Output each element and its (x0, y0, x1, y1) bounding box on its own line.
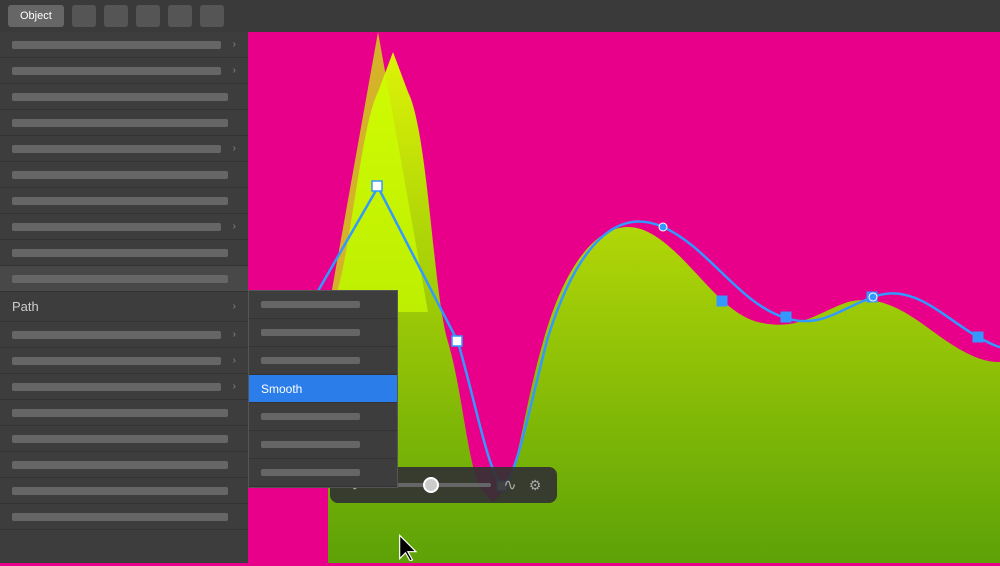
chevron-icon-1: › (233, 39, 236, 50)
submenu-item-5[interactable] (249, 403, 397, 431)
toolbar-btn-5[interactable] (200, 5, 224, 27)
chevron-icon-5: › (233, 143, 236, 154)
chevron-icon-p2: › (233, 355, 236, 366)
panel-item-p6[interactable] (0, 452, 248, 478)
panel-item-p2[interactable]: › (0, 348, 248, 374)
toolbar-btn-3[interactable] (136, 5, 160, 27)
toolbar-btn-1[interactable] (72, 5, 96, 27)
panel-item-2[interactable]: › (0, 58, 248, 84)
wave-right-icon: ∿ (503, 475, 516, 495)
cursor-arrow-icon (395, 533, 423, 561)
settings-icon[interactable]: ⚙ (529, 477, 542, 494)
panel-item-p7[interactable] (0, 478, 248, 504)
toolbar-btn-4[interactable] (168, 5, 192, 27)
toolbar-btn-2[interactable] (104, 5, 128, 27)
chevron-icon-p1: › (233, 329, 236, 340)
chevron-icon-2: › (233, 65, 236, 76)
top-toolbar: Object (0, 0, 1000, 32)
chevron-icon-8: › (233, 221, 236, 232)
submenu-item-3[interactable] (249, 347, 397, 375)
panel-item-p4[interactable] (0, 400, 248, 426)
submenu-item-6[interactable] (249, 431, 397, 459)
panel-item-1[interactable]: › (0, 32, 248, 58)
panel-item-10[interactable] (0, 266, 248, 292)
panel-item-8[interactable]: › (0, 214, 248, 240)
path-label: Path (12, 299, 229, 314)
submenu-item-2[interactable] (249, 319, 397, 347)
slider-thumb[interactable] (423, 477, 439, 493)
panel-item-5[interactable]: › (0, 136, 248, 162)
panel-item-7[interactable] (0, 188, 248, 214)
smooth-label: Smooth (261, 382, 302, 396)
submenu-item-7[interactable] (249, 459, 397, 487)
panel-item-6[interactable] (0, 162, 248, 188)
path-item[interactable]: Path › (0, 292, 248, 322)
submenu-item-smooth[interactable]: Smooth (249, 375, 397, 403)
panel-item-p8[interactable] (0, 504, 248, 530)
panel-item-p5[interactable] (0, 426, 248, 452)
chevron-icon-p3: › (233, 381, 236, 392)
path-chevron-icon: › (233, 301, 236, 312)
submenu-item-1[interactable] (249, 291, 397, 319)
object-button[interactable]: Object (8, 5, 64, 27)
panel-item-3[interactable] (0, 84, 248, 110)
left-panel: › › › › Path › › › › (0, 32, 248, 563)
panel-item-p1[interactable]: › (0, 322, 248, 348)
panel-item-4[interactable] (0, 110, 248, 136)
panel-item-p3[interactable]: › (0, 374, 248, 400)
path-submenu: Smooth (248, 290, 398, 488)
panel-item-9[interactable] (0, 240, 248, 266)
